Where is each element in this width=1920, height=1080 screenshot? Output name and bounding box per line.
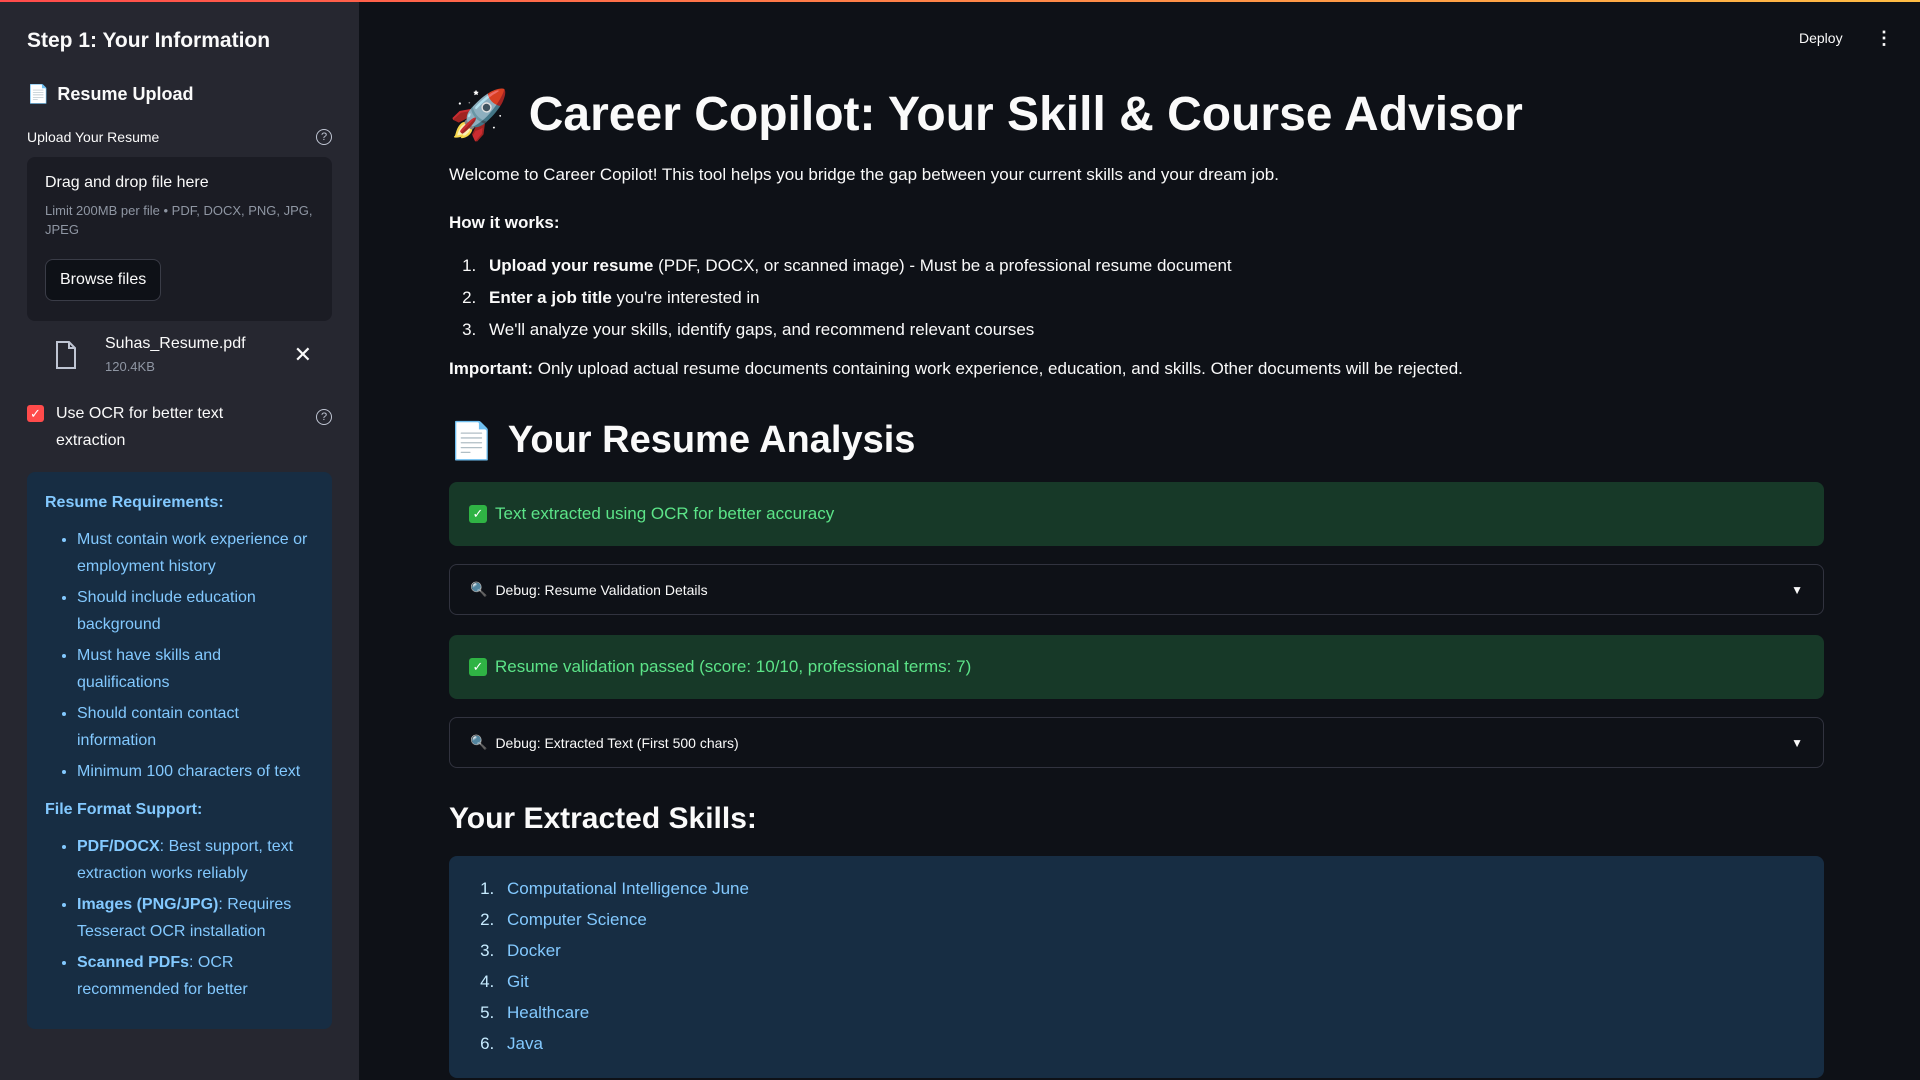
list-item: Computational Intelligence June: [499, 878, 1802, 900]
magnifier-icon: 🔍: [470, 734, 488, 750]
list-item: Scanned PDFs: OCR recommended for better: [77, 949, 314, 1003]
uploaded-file: Suhas_Resume.pdf 120.4KB ✕: [27, 335, 332, 374]
debug-validation-expander[interactable]: 🔍 Debug: Resume Validation Details ▼: [449, 564, 1824, 615]
expander-label: Debug: Resume Validation Details: [495, 581, 708, 598]
step-bold: Upload your resume: [489, 256, 654, 275]
menu-icon[interactable]: ⋮: [1875, 28, 1893, 49]
top-decoration-bar: [0, 0, 1920, 2]
skills-info-box: Computational Intelligence June Computer…: [449, 856, 1824, 1078]
sidebar-title: Step 1: Your Information: [27, 29, 271, 52]
list-item: Git: [499, 971, 1802, 993]
list-item: We'll analyze your skills, identify gaps…: [481, 319, 1824, 341]
validation-success-alert: ✓ Resume validation passed (score: 10/10…: [449, 635, 1824, 699]
dropzone-title: Drag and drop file here: [45, 174, 209, 191]
step-bold: Enter a job title: [489, 288, 612, 307]
format-name: PDF/DOCX: [77, 838, 160, 855]
step-text: (PDF, DOCX, or scanned image) - Must be …: [653, 256, 1232, 275]
ocr-checkbox-label[interactable]: Use OCR for better text extraction: [56, 400, 256, 454]
important-note: Important: Only upload actual resume doc…: [449, 359, 1824, 379]
requirements-info-box: Resume Requirements: Must contain work e…: [27, 472, 332, 1029]
list-item: Should contain contact information: [77, 700, 314, 754]
help-icon[interactable]: ?: [316, 129, 332, 145]
list-item: PDF/DOCX: Best support, text extraction …: [77, 833, 314, 887]
ocr-success-text: Text extracted using OCR for better accu…: [495, 504, 835, 523]
list-item: Docker: [499, 940, 1802, 962]
debug-extracted-expander[interactable]: 🔍 Debug: Extracted Text (First 500 chars…: [449, 717, 1824, 768]
file-name: Suhas_Resume.pdf: [105, 335, 246, 352]
list-item: Upload your resume (PDF, DOCX, or scanne…: [481, 255, 1824, 277]
chevron-down-icon[interactable]: ▼: [1791, 583, 1803, 597]
resume-upload-heading-text: Resume Upload: [57, 84, 194, 104]
ocr-checkbox[interactable]: ✓: [27, 405, 44, 422]
requirements-heading: Resume Requirements:: [45, 494, 224, 511]
resume-upload-heading: 📄 Resume Upload: [27, 84, 332, 105]
analysis-heading: 📄 Your Resume Analysis: [449, 419, 1824, 462]
list-item: Healthcare: [499, 1002, 1802, 1024]
page-title-text: Career Copilot: Your Skill & Course Advi…: [528, 88, 1523, 141]
list-item: Images (PNG/JPG): Requires Tesseract OCR…: [77, 891, 314, 945]
close-icon[interactable]: ✕: [294, 342, 312, 368]
format-name: Scanned PDFs: [77, 954, 190, 971]
list-item: Should include education background: [77, 584, 314, 638]
sidebar: Step 1: Your Information 📄 Resume Upload…: [0, 0, 359, 1080]
rocket-icon: 🚀: [449, 89, 509, 142]
format-name: Images (PNG/JPG): [77, 896, 219, 913]
file-icon: [56, 340, 76, 369]
list-item: Must have skills and qualifications: [77, 642, 314, 696]
requirements-list: Must contain work experience or employme…: [45, 526, 314, 785]
check-icon: ✓: [469, 658, 487, 676]
welcome-text: Welcome to Career Copilot! This tool hel…: [449, 165, 1279, 184]
analysis-heading-text: Your Resume Analysis: [507, 419, 916, 461]
help-icon[interactable]: ?: [316, 409, 332, 425]
magnifier-icon: 🔍: [470, 581, 488, 597]
upload-label: Upload Your Resume: [27, 129, 160, 145]
how-it-works-heading: How it works:: [449, 213, 560, 232]
list-item: Minimum 100 characters of text: [77, 758, 314, 785]
steps-list: Upload your resume (PDF, DOCX, or scanne…: [449, 255, 1824, 341]
ocr-success-alert: ✓ Text extracted using OCR for better ac…: [449, 482, 1824, 546]
check-icon: ✓: [469, 505, 487, 523]
formats-list: PDF/DOCX: Best support, text extraction …: [45, 833, 314, 1003]
list-item: Java: [499, 1033, 1802, 1055]
ocr-checkbox-row[interactable]: ✓ Use OCR for better text extraction ?: [27, 400, 332, 454]
step-text: We'll analyze your skills, identify gaps…: [489, 320, 1035, 339]
list-item: Computer Science: [499, 909, 1802, 931]
page-icon: 📄: [27, 84, 50, 104]
upload-label-row: Upload Your Resume ?: [27, 129, 332, 145]
file-size: 120.4KB: [105, 359, 155, 374]
page-title: 🚀 Career Copilot: Your Skill & Course Ad…: [449, 86, 1824, 143]
dropzone-limit: Limit 200MB per file • PDF, DOCX, PNG, J…: [45, 203, 313, 237]
skills-list: Computational Intelligence June Computer…: [471, 878, 1802, 1055]
important-text: Only upload actual resume documents cont…: [533, 359, 1463, 378]
document-icon: 📄: [449, 419, 494, 461]
file-dropzone[interactable]: Drag and drop file here Limit 200MB per …: [27, 157, 332, 321]
step-text: you're interested in: [611, 288, 760, 307]
list-item: Must contain work experience or employme…: [77, 526, 314, 580]
list-item: Enter a job title you're interested in: [481, 287, 1824, 309]
validation-success-text: Resume validation passed (score: 10/10, …: [495, 657, 972, 676]
chevron-down-icon[interactable]: ▼: [1791, 736, 1803, 750]
important-label: Important:: [449, 359, 534, 378]
browse-files-button[interactable]: Browse files: [45, 259, 162, 301]
main-content: 🚀 Career Copilot: Your Skill & Course Ad…: [449, 0, 1824, 1078]
expander-label: Debug: Extracted Text (First 500 chars): [495, 734, 739, 751]
formats-heading: File Format Support:: [45, 801, 203, 818]
skills-heading: Your Extracted Skills:: [449, 802, 757, 835]
